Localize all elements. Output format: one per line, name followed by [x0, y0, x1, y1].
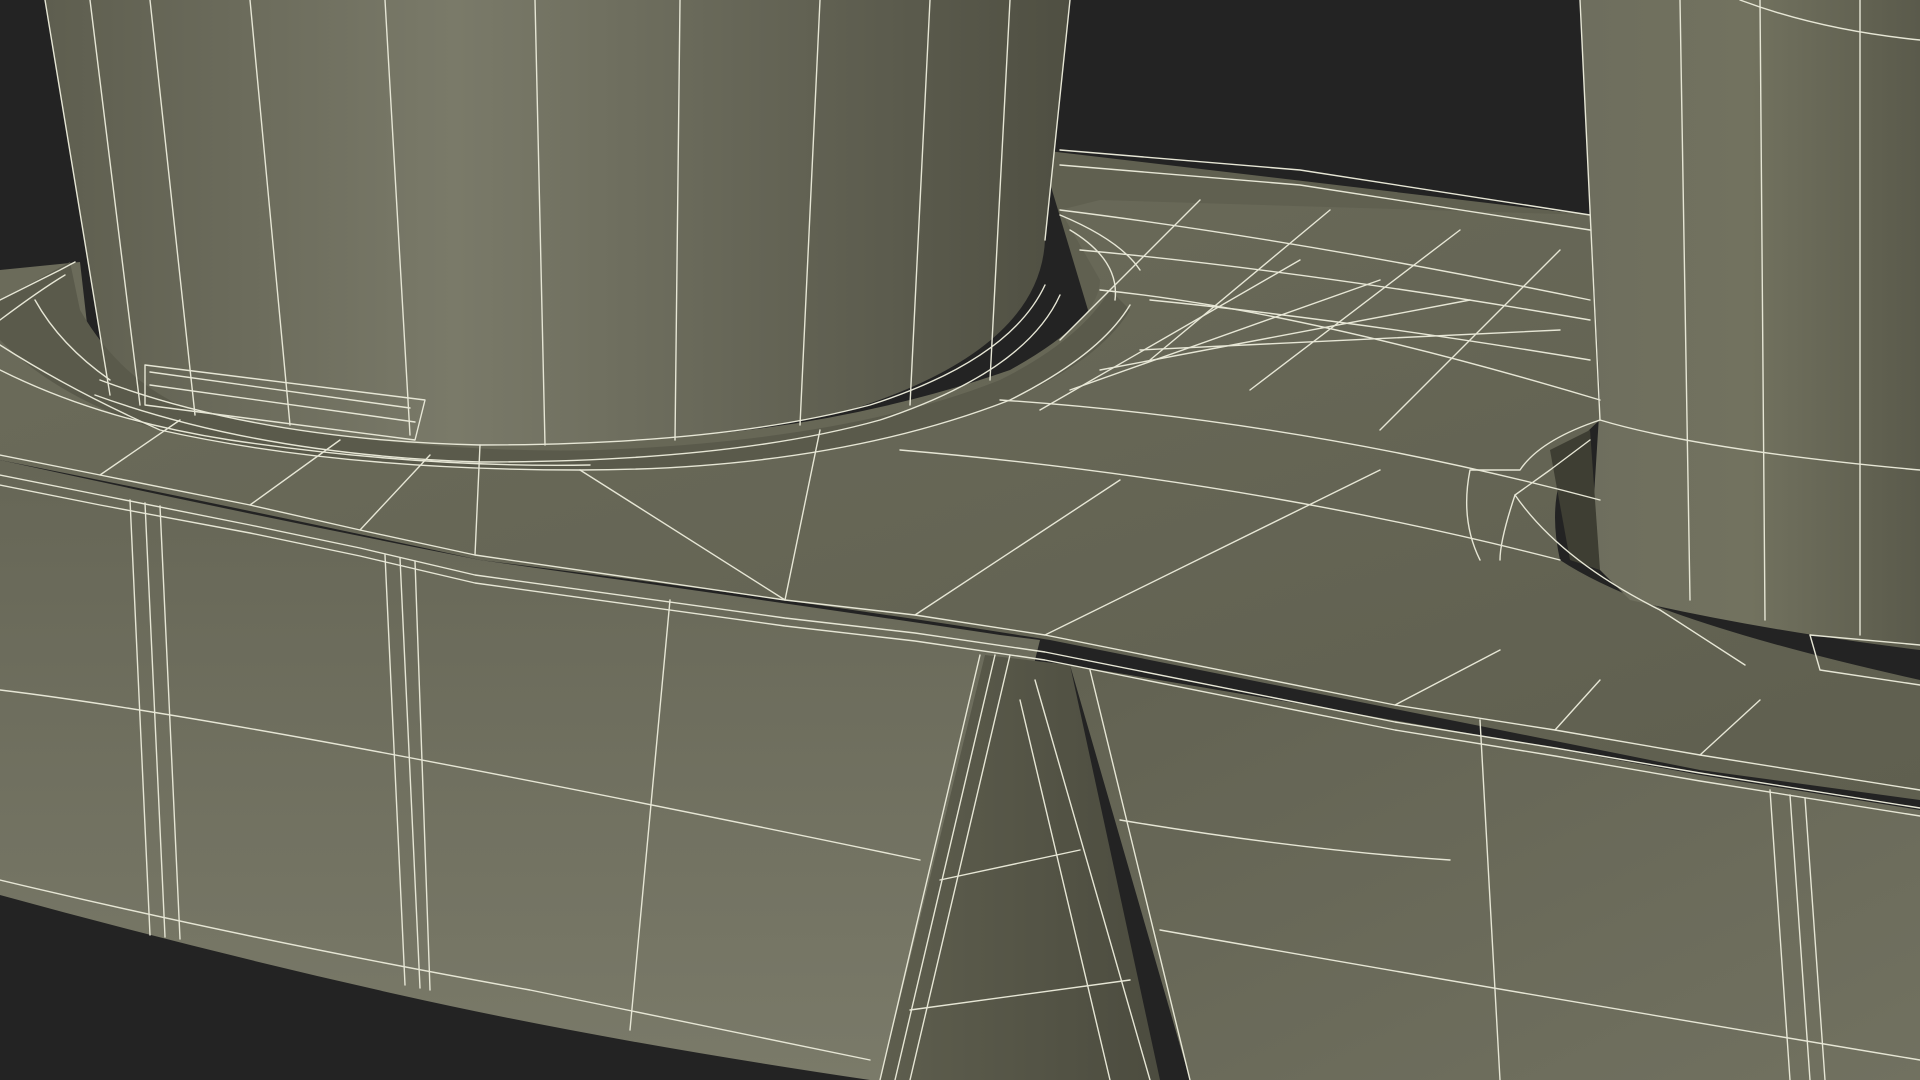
right-cylinder — [1580, 0, 1920, 650]
render-viewport — [0, 0, 1920, 1080]
wireframe-render — [0, 0, 1920, 1080]
